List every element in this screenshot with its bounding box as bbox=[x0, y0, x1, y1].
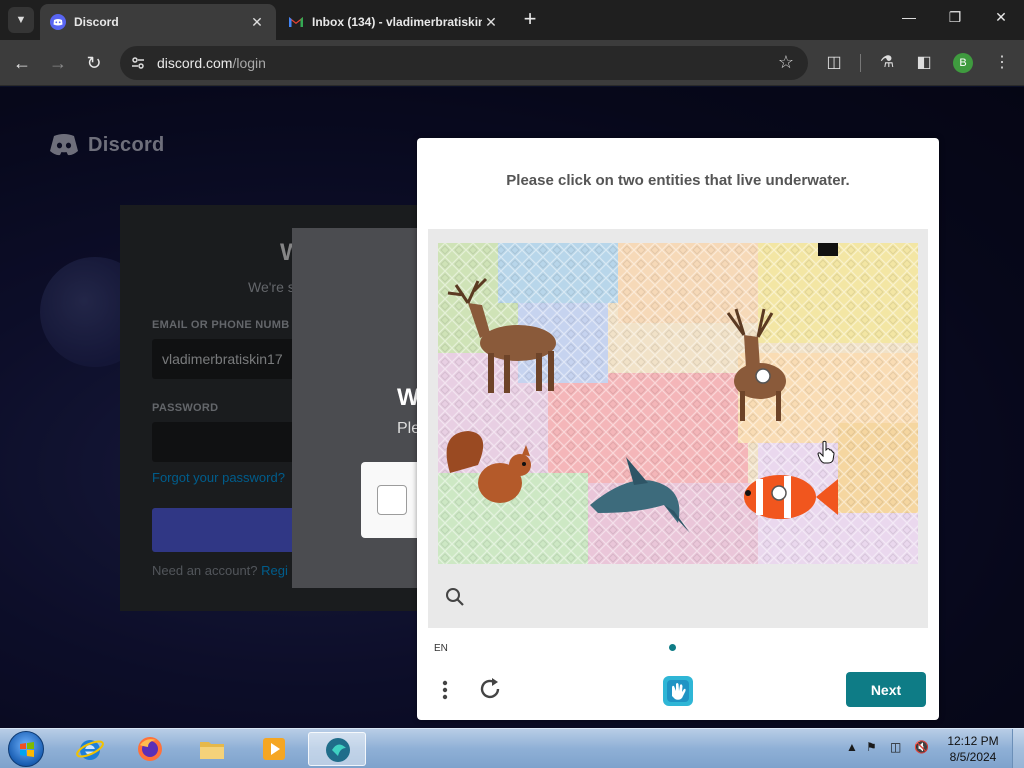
close-icon[interactable]: ✕ bbox=[248, 14, 266, 31]
taskbar-media-player[interactable] bbox=[248, 732, 300, 766]
url-text: discord.com/login bbox=[157, 55, 266, 71]
tab-search-button[interactable]: ▼ bbox=[8, 7, 34, 33]
gmail-icon bbox=[289, 17, 303, 27]
action-center-flag-icon[interactable]: ⚑ bbox=[866, 740, 877, 754]
close-icon[interactable]: ✕ bbox=[482, 14, 500, 31]
hand-cursor-icon bbox=[817, 440, 835, 464]
forward-icon[interactable]: → bbox=[47, 52, 69, 74]
next-button[interactable]: Next bbox=[846, 672, 926, 707]
windows-taskbar: ▲ ⚑ ◫ 🔇 12:12 PM 8/5/2024 bbox=[0, 728, 1024, 768]
windows-logo-icon bbox=[20, 742, 34, 757]
address-bar[interactable]: discord.com/login ☆ bbox=[120, 46, 808, 80]
discord-icon bbox=[50, 14, 66, 30]
tab-discord[interactable]: Discord ✕ bbox=[40, 4, 276, 40]
system-clock[interactable]: 12:12 PM 8/5/2024 bbox=[942, 733, 1004, 765]
side-panel-icon[interactable]: ◧ bbox=[913, 52, 935, 72]
toolbar-divider bbox=[860, 54, 861, 72]
more-menu-icon[interactable]: ⋮ bbox=[991, 52, 1013, 72]
back-icon[interactable]: ← bbox=[11, 52, 33, 74]
reload-icon[interactable]: ↻ bbox=[83, 52, 105, 74]
window-close-icon[interactable]: ✕ bbox=[991, 9, 1011, 26]
hcaptcha-challenge: Please click on two entities that live u… bbox=[417, 138, 939, 720]
firefox-icon bbox=[138, 737, 162, 761]
taskbar-explorer[interactable] bbox=[186, 732, 238, 766]
tray-expand-icon[interactable]: ▲ bbox=[846, 740, 858, 754]
taskbar-ie[interactable] bbox=[64, 732, 116, 766]
tab-title: Inbox (134) - vladimerbratiskin bbox=[312, 15, 482, 29]
start-button[interactable] bbox=[8, 731, 44, 767]
browser-tab-bar: ▼ Discord ✕ Inbox (134) - vladimerbratis… bbox=[0, 0, 1024, 40]
app-icon bbox=[326, 738, 350, 762]
url-host: discord.com bbox=[157, 55, 233, 71]
bookmark-star-icon[interactable]: ☆ bbox=[778, 52, 794, 73]
captcha-checkbox[interactable] bbox=[377, 485, 407, 515]
challenge-task-area bbox=[428, 229, 928, 628]
clock-date: 8/5/2024 bbox=[949, 750, 997, 764]
file-explorer-icon bbox=[200, 742, 224, 759]
selection-marker bbox=[755, 368, 771, 384]
hcaptcha-logo-icon[interactable] bbox=[661, 674, 695, 708]
new-tab-button[interactable]: + bbox=[518, 8, 542, 30]
tab-gmail[interactable]: Inbox (134) - vladimerbratiskin ✕ bbox=[278, 4, 510, 40]
extensions-icon[interactable]: ◫ bbox=[823, 52, 845, 72]
taskbar-firefox[interactable] bbox=[124, 732, 176, 766]
refresh-icon[interactable] bbox=[477, 676, 503, 702]
browser-toolbar: ← → ↻ discord.com/login ☆ ◫ ⚗ ◧ ⋮ bbox=[0, 40, 1024, 86]
network-icon[interactable]: ◫ bbox=[890, 740, 901, 754]
profile-avatar[interactable]: B bbox=[953, 53, 973, 73]
taskbar-active-app[interactable] bbox=[308, 732, 366, 766]
language-selector[interactable]: EN bbox=[434, 643, 448, 654]
media-player-icon bbox=[263, 738, 285, 760]
challenge-image[interactable] bbox=[438, 243, 918, 564]
internet-explorer-icon bbox=[76, 740, 104, 760]
show-desktop-button[interactable] bbox=[1012, 729, 1024, 768]
more-options-icon[interactable] bbox=[435, 678, 455, 702]
challenge-prompt: Please click on two entities that live u… bbox=[506, 172, 850, 189]
tab-title: Discord bbox=[74, 15, 119, 29]
zoom-icon[interactable] bbox=[445, 587, 465, 607]
labs-flask-icon[interactable]: ⚗ bbox=[876, 52, 898, 72]
restore-icon[interactable]: ❐ bbox=[945, 9, 965, 26]
selection-marker bbox=[771, 485, 787, 501]
clock-time: 12:12 PM bbox=[947, 734, 999, 748]
url-path: /login bbox=[232, 55, 266, 71]
site-settings-icon[interactable] bbox=[130, 55, 146, 71]
minimize-icon[interactable]: — bbox=[899, 9, 919, 25]
progress-dot bbox=[669, 644, 676, 651]
volume-muted-icon[interactable]: 🔇 bbox=[914, 740, 929, 754]
